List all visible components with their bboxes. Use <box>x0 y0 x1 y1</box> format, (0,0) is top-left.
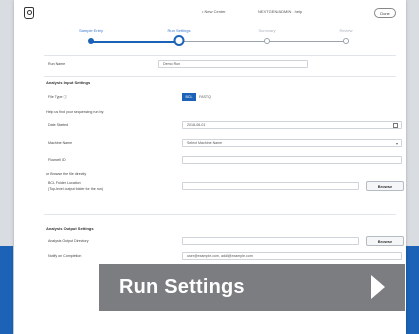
file-type-toggle: BCL FASTQ <box>182 93 214 101</box>
step-dot-sample-entry[interactable] <box>88 38 94 44</box>
output-dir-input[interactable] <box>182 237 359 245</box>
calendar-icon[interactable] <box>393 123 398 128</box>
step-label-summary: Summary <box>258 28 276 33</box>
file-type-label: File Type ⓘ <box>48 95 68 99</box>
help-text: Help us find your sequencing run by: <box>46 110 105 114</box>
file-type-fastq-option[interactable]: FASTQ <box>196 93 214 101</box>
left-accent-bar <box>0 246 13 334</box>
top-bar: • New Center NEXTGEN/ADMIN . help Done <box>14 0 406 26</box>
browse-output-button[interactable]: Browse <box>366 236 404 246</box>
chevron-down-icon: ▾ <box>395 140 398 146</box>
step-line-pending <box>179 41 346 42</box>
right-accent-bar <box>405 246 419 334</box>
step-dot-review <box>343 38 349 44</box>
run-name-input[interactable]: Demo Run <box>158 60 308 68</box>
run-name-value: Demo Run <box>163 62 181 66</box>
input-section-title: Analysis Input Settings <box>46 80 91 85</box>
step-label-review: Review <box>339 28 353 33</box>
notify-value: user@example.com, addl@example.com <box>187 254 253 258</box>
banner-title: Run Settings <box>119 276 245 298</box>
date-started-input[interactable]: 2018-06-01 <box>182 121 402 129</box>
or-browse-text: or Browse the file directly <box>46 172 87 176</box>
step-label-sample-entry[interactable]: Sample Entry <box>79 28 103 33</box>
output-dir-label: Analysis Output Directory <box>48 239 89 243</box>
step-dot-run-settings[interactable] <box>173 35 185 46</box>
run-settings-banner: Run Settings <box>99 264 405 311</box>
divider <box>44 76 396 77</box>
new-center-link[interactable]: • New Center <box>202 9 226 14</box>
done-button[interactable]: Done <box>374 8 396 18</box>
notify-label: Notify on Completion <box>48 254 82 258</box>
date-started-label: Date Started <box>48 123 69 127</box>
app-logo-icon <box>24 7 34 19</box>
machine-name-select[interactable]: Select Machine Name ▾ <box>182 139 402 147</box>
step-label-run-settings[interactable]: Run Settings <box>168 28 191 33</box>
step-progress: Sample Entry Run Settings Summary Review <box>14 26 406 50</box>
file-type-bcl-option[interactable]: BCL <box>182 93 196 101</box>
notify-input[interactable]: user@example.com, addl@example.com <box>182 252 402 260</box>
divider <box>44 55 396 56</box>
bcl-folder-label: BCL Folder Location <box>48 181 81 185</box>
run-name-label: Run Name <box>48 62 66 66</box>
bcl-folder-input[interactable] <box>182 182 359 190</box>
output-section-title: Analysis Output Settings <box>46 226 94 231</box>
divider <box>44 214 396 215</box>
date-started-value: 2018-06-01 <box>187 123 206 127</box>
browse-bcl-button[interactable]: Browse <box>366 181 404 191</box>
account-link[interactable]: NEXTGEN/ADMIN . help <box>258 9 302 14</box>
bcl-folder-help: (Top-level output folder for the run) <box>48 187 104 191</box>
machine-name-label: Machine Name <box>48 141 73 145</box>
flowcell-id-input[interactable] <box>182 156 402 164</box>
step-line-done <box>91 41 179 43</box>
flowcell-id-label: Flowcell ID <box>48 158 66 162</box>
machine-name-value: Select Machine Name <box>187 141 223 145</box>
play-arrow-icon[interactable] <box>371 275 385 299</box>
step-dot-summary <box>264 38 270 44</box>
